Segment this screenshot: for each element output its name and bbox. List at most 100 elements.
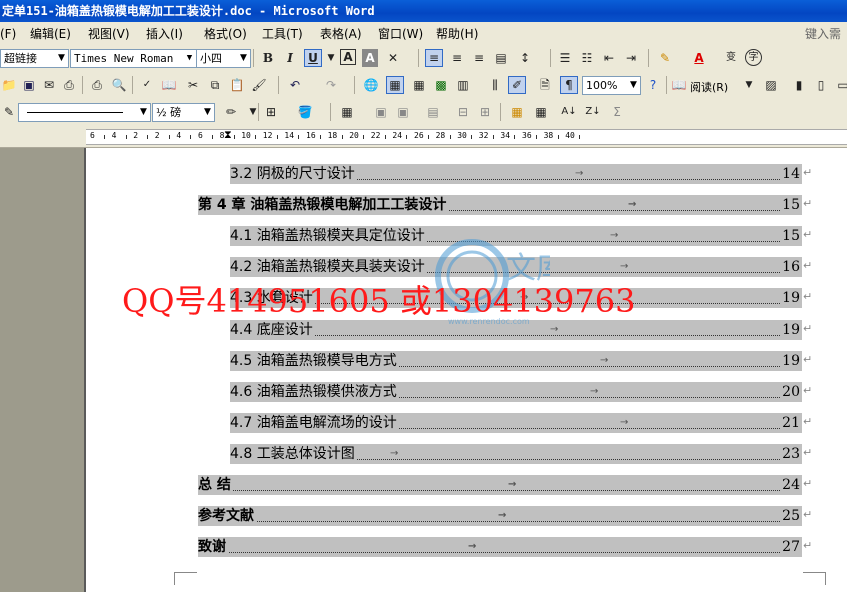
save-icon[interactable]: ▣ [20, 76, 38, 94]
menu-edit[interactable]: 编辑(E) [30, 22, 71, 46]
insert-table-icon[interactable]: ▦ [338, 103, 356, 121]
borders-icon[interactable]: ⊞ [262, 103, 280, 121]
numbering-icon[interactable]: ☰ [556, 49, 574, 67]
print-preview-icon[interactable]: 🔍 [110, 76, 128, 94]
toc-entry[interactable]: 致谢 → 27 [198, 537, 802, 558]
char-scale-icon[interactable]: ✕ [384, 49, 402, 67]
toc-entry[interactable]: 总 结 → 24 [198, 475, 802, 495]
cut-icon[interactable]: ✂ [184, 76, 202, 94]
bold-button[interactable]: B [259, 49, 277, 67]
border-color-icon[interactable]: ✏ [222, 103, 240, 121]
autoformat-icon[interactable]: ▦ [508, 103, 526, 121]
italic-button[interactable]: I [281, 49, 299, 67]
read-icon[interactable]: 📖 [670, 76, 688, 94]
open-icon[interactable]: 📁 [0, 76, 18, 94]
align-center-icon[interactable]: ≡ [448, 49, 466, 67]
columns-icon[interactable]: ▮ [790, 76, 808, 94]
layout-icon[interactable]: ▯ [812, 76, 830, 94]
zoom-select[interactable]: 100% ▼ [582, 76, 641, 95]
format-painter-icon[interactable]: 🖌 [250, 76, 268, 94]
show-formatting-icon[interactable]: ¶ [560, 76, 578, 94]
toc-entry[interactable]: 4.6 油箱盖热锻模供液方式 → 20 [230, 381, 802, 402]
font-color-icon[interactable]: A [690, 49, 708, 67]
paragraph-mark-icon: ↵ [803, 290, 813, 304]
char-border-icon[interactable]: A [340, 49, 356, 65]
shading-icon[interactable]: 🪣 [296, 103, 314, 121]
menu-format[interactable]: 格式(O) [204, 22, 247, 46]
menu-file[interactable]: (F) [0, 22, 16, 46]
sort-ascending-icon[interactable]: A↓ [560, 103, 578, 121]
toc-entry[interactable]: 4.5 油箱盖热锻模导电方式 → 19 [230, 350, 802, 371]
underline-button[interactable]: U [304, 49, 322, 67]
merge-cells-icon[interactable]: ▣ [372, 103, 390, 121]
chevron-down-icon[interactable]: ▼ [740, 76, 758, 94]
style-select[interactable]: 超链接 ▼ [0, 49, 69, 68]
distribute-rows-icon[interactable]: ⊟ [454, 103, 472, 121]
distribute-icon[interactable]: ▤ [492, 49, 510, 67]
highlight-icon[interactable]: ✎ [656, 49, 674, 67]
menu-tools[interactable]: 工具(T) [262, 22, 303, 46]
spelling-icon[interactable]: ✓ [138, 76, 156, 94]
copy-icon[interactable]: ⧉ [206, 76, 224, 94]
hyperlink-icon[interactable]: 🌐 [362, 76, 380, 94]
align-cell-icon[interactable]: ▤ [424, 103, 442, 121]
autosum-icon[interactable]: Σ [608, 103, 626, 121]
email-icon[interactable]: ⎙ [60, 76, 78, 94]
split-cells-icon[interactable]: ▣ [394, 103, 412, 121]
standard-toolbar: 📁 ▣ ✉ ⎙ ⎙ 🔍 ✓ 📖 ✂ ⧉ 📋 🖌 ↶ ↷ 🌐 ▦ ▦ ▩ ▥ ⫼ … [0, 71, 847, 100]
line-weight-select[interactable]: ½ 磅 ▼ [152, 103, 215, 122]
toc-entry[interactable]: 第 4 章 油箱盖热锻模电解加工工装设计 → 15 [198, 195, 802, 216]
help-search-input[interactable]: 键入需 [805, 22, 841, 46]
toc-entry[interactable]: 3.2 阴极的尺寸设计 → 14 [230, 164, 802, 184]
font-select[interactable]: Times New Roman ▼ [70, 49, 197, 68]
print-icon[interactable]: ⎙ [88, 76, 106, 94]
indent-marker-icon[interactable]: ⧗ [224, 128, 232, 142]
line-spacing-icon[interactable]: ↕ [516, 49, 534, 67]
permission-icon[interactable]: ✉ [40, 76, 58, 94]
phonetic-icon[interactable]: 变 [722, 49, 740, 67]
horizontal-ruler[interactable]: 6 4 2 2 4 6 8 10 12 14 16 18 20 22 24 26 28 30 32 34 36 38 40 … [0, 126, 847, 148]
increase-indent-icon[interactable]: ⇥ [622, 49, 640, 67]
line-style-select[interactable]: ▼ [18, 103, 151, 122]
toc-entry-page: 15 [780, 195, 800, 216]
menu-insert[interactable]: 插入(I) [146, 22, 183, 46]
paragraph-mark-icon: ↵ [803, 352, 813, 366]
help-icon[interactable]: ? [644, 76, 662, 94]
menu-window[interactable]: 窗口(W) [378, 22, 423, 46]
toc-entry[interactable]: 4.8 工装总体设计图 → 23 [230, 443, 802, 464]
char-shading-icon[interactable]: A [362, 49, 378, 67]
redo-icon[interactable]: ↷ [322, 76, 340, 94]
distribute-cols-icon[interactable]: ⊞ [476, 103, 494, 121]
align-right-icon[interactable]: ≡ [470, 49, 488, 67]
menu-help[interactable]: 帮助(H) [436, 22, 478, 46]
menu-table[interactable]: 表格(A) [320, 22, 362, 46]
columns-icon[interactable]: ⫼ [486, 76, 504, 94]
tables-borders-icon[interactable]: ▦ [386, 76, 404, 94]
drawing-icon[interactable]: ✐ [508, 76, 526, 94]
chevron-down-icon[interactable]: ▼ [244, 103, 262, 121]
menu-view[interactable]: 视图(V) [88, 22, 130, 46]
enclose-char-icon[interactable]: 字 [745, 49, 762, 66]
insert-table-icon[interactable]: ▦ [410, 76, 428, 94]
undo-icon[interactable]: ↶ [286, 76, 304, 94]
toc-entry[interactable]: 参考文献 → 25 [198, 506, 802, 527]
insert-excel-icon[interactable]: ▩ [432, 76, 450, 94]
columns-icon[interactable]: ▥ [454, 76, 472, 94]
font-size-select[interactable]: 小四 ▼ [196, 49, 251, 68]
picture-icon[interactable]: ▨ [762, 76, 780, 94]
pencil-icon[interactable]: ✎ [0, 103, 18, 121]
toc-entry-label: 4.5 油箱盖热锻模导电方式 [230, 352, 399, 369]
toc-entry[interactable]: 4.7 油箱盖电解流场的设计 → 21 [230, 412, 802, 433]
decrease-indent-icon[interactable]: ⇤ [600, 49, 618, 67]
table-autofit-icon[interactable]: ▦ [532, 103, 550, 121]
bullets-icon[interactable]: ☷ [578, 49, 596, 67]
read-mode-button[interactable]: 阅读(R) [690, 79, 728, 95]
research-icon[interactable]: 📖 [160, 76, 178, 94]
paste-icon[interactable]: 📋 [228, 76, 246, 94]
ruler-label: 10 [241, 131, 251, 140]
layout-icon[interactable]: ▭ [834, 76, 847, 94]
chevron-down-icon[interactable]: ▼ [322, 49, 340, 67]
sort-descending-icon[interactable]: Z↓ [584, 103, 602, 121]
align-justify-icon[interactable]: ≡ [425, 49, 443, 67]
document-map-icon[interactable]: 🗎 [536, 76, 554, 94]
